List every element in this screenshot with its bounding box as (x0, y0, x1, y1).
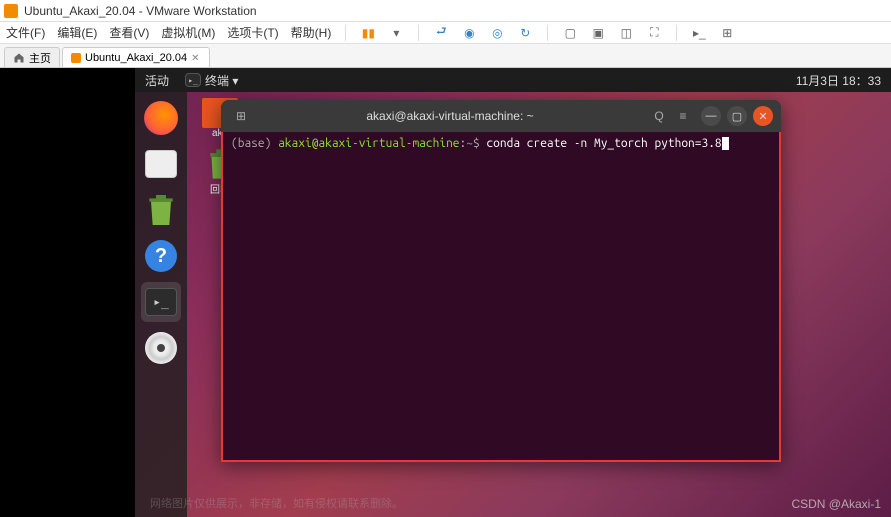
tab-home-label: 主页 (29, 50, 51, 66)
tab-close-icon[interactable]: ✕ (191, 53, 201, 63)
firefox-icon (144, 101, 178, 135)
terminal-window: ⊞ akaxi@akaxi-virtual-machine: ~ Q ≡ — ▢… (221, 100, 781, 462)
vm-letterbox-left (0, 68, 135, 517)
ubuntu-dock: ? ▸_ (135, 92, 187, 517)
faint-disclaimer: 网络图片仅供展示，非存储，如有侵权请联系删除。 (150, 495, 403, 511)
menu-vm[interactable]: 虚拟机(M) (161, 24, 215, 41)
activities-button[interactable]: 活动 (145, 72, 169, 89)
vmware-window-title: Ubuntu_Akaxi_20.04 - VMware Workstation (24, 4, 257, 18)
files-icon (145, 150, 177, 178)
cursor-icon (722, 137, 729, 150)
dock-trash[interactable] (141, 190, 181, 230)
prompt-path: ~ (466, 137, 473, 150)
terminal-indicator-icon: ▸_ (185, 73, 201, 87)
vm-viewport: 活动 ▸_ 终端 ▾ 11月3日 18：33 ? ▸_ aka (0, 68, 891, 517)
prompt-env: (base) (231, 137, 271, 150)
dropdown-icon[interactable]: ▾ (388, 25, 404, 41)
app-menu-indicator[interactable]: ▸_ 终端 ▾ (185, 72, 238, 89)
menu-tabs[interactable]: 选项卡(T) (227, 24, 278, 41)
app-menu-label: 终端 ▾ (205, 72, 238, 89)
terminal-titlebar[interactable]: ⊞ akaxi@akaxi-virtual-machine: ~ Q ≡ — ▢… (221, 100, 781, 132)
terminal-close-button[interactable]: ✕ (753, 106, 773, 126)
terminal-maximize-button[interactable]: ▢ (727, 106, 747, 126)
terminal-tool-icon[interactable]: ▸_ (691, 25, 707, 41)
menu-edit[interactable]: 编辑(E) (57, 24, 97, 41)
help-icon: ? (145, 240, 177, 272)
snapshot-icon[interactable]: ◉ (461, 25, 477, 41)
send-ctrl-alt-del-icon[interactable]: ⮐ (433, 25, 449, 41)
terminal-new-tab-button[interactable]: ⊞ (229, 104, 253, 128)
prompt-symbol: $ (473, 137, 480, 150)
dvd-icon (145, 332, 177, 364)
tab-vm-label: Ubuntu_Akaxi_20.04 (85, 52, 187, 64)
toolbar-separator (345, 25, 346, 41)
tab-home[interactable]: 主页 (4, 47, 60, 67)
unity-icon[interactable]: ▣ (590, 25, 606, 41)
toolbar-separator (418, 25, 419, 41)
clock[interactable]: 11月3日 18：33 (796, 72, 881, 89)
dock-files[interactable] (141, 144, 181, 184)
revert-icon[interactable]: ↻ (517, 25, 533, 41)
ubuntu-desktop[interactable]: 活动 ▸_ 终端 ▾ 11月3日 18：33 ? ▸_ aka (135, 68, 891, 517)
terminal-body[interactable]: (base) akaxi@akaxi-virtual-machine:~$ co… (221, 132, 781, 462)
terminal-search-icon[interactable]: Q (647, 104, 671, 128)
menu-help[interactable]: 帮助(H) (291, 24, 332, 41)
watermark: CSDN @Akaxi-1 (791, 497, 881, 511)
terminal-minimize-button[interactable]: — (701, 106, 721, 126)
vm-tab-icon (71, 53, 81, 63)
terminal-title: akaxi@akaxi-virtual-machine: ~ (253, 109, 647, 123)
prompt-userhost: akaxi@akaxi-virtual-machine (278, 137, 459, 150)
menu-file[interactable]: 文件(F) (6, 24, 45, 41)
pause-icon[interactable]: ▮▮ (360, 25, 376, 41)
console-view-icon[interactable]: ◫ (618, 25, 634, 41)
terminal-icon: ▸_ (145, 288, 177, 316)
toolbar-separator (547, 25, 548, 41)
toolbar-separator (676, 25, 677, 41)
menu-view[interactable]: 查看(V) (109, 24, 149, 41)
snapshot-manage-icon[interactable]: ◎ (489, 25, 505, 41)
vmware-logo-icon (4, 4, 18, 18)
terminal-command: conda create -n My_torch python=3.8 (486, 137, 721, 150)
stretch-icon[interactable]: ⛶ (646, 25, 662, 41)
dock-dvd[interactable] (141, 328, 181, 368)
dock-help[interactable]: ? (141, 236, 181, 276)
library-icon[interactable]: ⊞ (719, 25, 735, 41)
vmware-tabbar: 主页 Ubuntu_Akaxi_20.04 ✕ (0, 44, 891, 68)
dock-firefox[interactable] (141, 98, 181, 138)
ubuntu-topbar: 活动 ▸_ 终端 ▾ 11月3日 18：33 (135, 68, 891, 92)
terminal-menu-icon[interactable]: ≡ (671, 104, 695, 128)
vmware-menubar: 文件(F) 编辑(E) 查看(V) 虚拟机(M) 选项卡(T) 帮助(H) ▮▮… (0, 22, 891, 44)
vmware-titlebar: Ubuntu_Akaxi_20.04 - VMware Workstation (0, 0, 891, 22)
trash-icon (141, 190, 181, 230)
tab-vm[interactable]: Ubuntu_Akaxi_20.04 ✕ (62, 47, 210, 67)
dock-terminal[interactable]: ▸_ (141, 282, 181, 322)
fullscreen-icon[interactable]: ▢ (562, 25, 578, 41)
home-icon (13, 52, 25, 64)
